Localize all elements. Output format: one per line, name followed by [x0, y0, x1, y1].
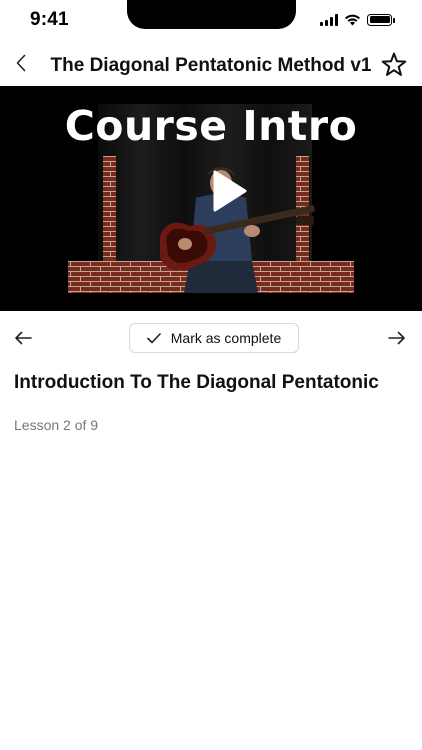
back-button[interactable] [8, 48, 34, 78]
page-title: The Diagonal Pentatonic Method v1 [50, 55, 372, 76]
device-notch [127, 0, 296, 29]
star-outline-icon [381, 52, 407, 76]
video-title-overlay: Course Intro [64, 102, 358, 150]
video-player[interactable]: Course Intro [0, 86, 422, 311]
play-icon[interactable] [209, 169, 249, 213]
arrow-left-icon [15, 331, 32, 345]
status-icons [320, 13, 395, 26]
status-time: 9:41 [30, 9, 69, 30]
mark-complete-button[interactable]: Mark as complete [129, 323, 299, 353]
lesson-title: Introduction To The Diagonal Pentatonic [14, 372, 379, 393]
lesson-controls: Mark as complete [0, 322, 422, 354]
favorite-button[interactable] [380, 50, 408, 78]
nav-header: The Diagonal Pentatonic Method v1 [0, 44, 422, 86]
checkmark-icon [146, 332, 161, 343]
arrow-right-icon [388, 331, 405, 345]
cellular-signal-icon [320, 13, 338, 26]
previous-lesson-button[interactable] [12, 326, 34, 350]
wifi-icon [345, 14, 360, 26]
lesson-progress: Lesson 2 of 9 [14, 417, 99, 433]
status-bar: 9:41 [0, 0, 422, 44]
battery-icon [367, 13, 395, 26]
chevron-left-icon [16, 54, 26, 72]
mark-complete-label: Mark as complete [170, 330, 282, 346]
next-lesson-button[interactable] [386, 326, 408, 350]
